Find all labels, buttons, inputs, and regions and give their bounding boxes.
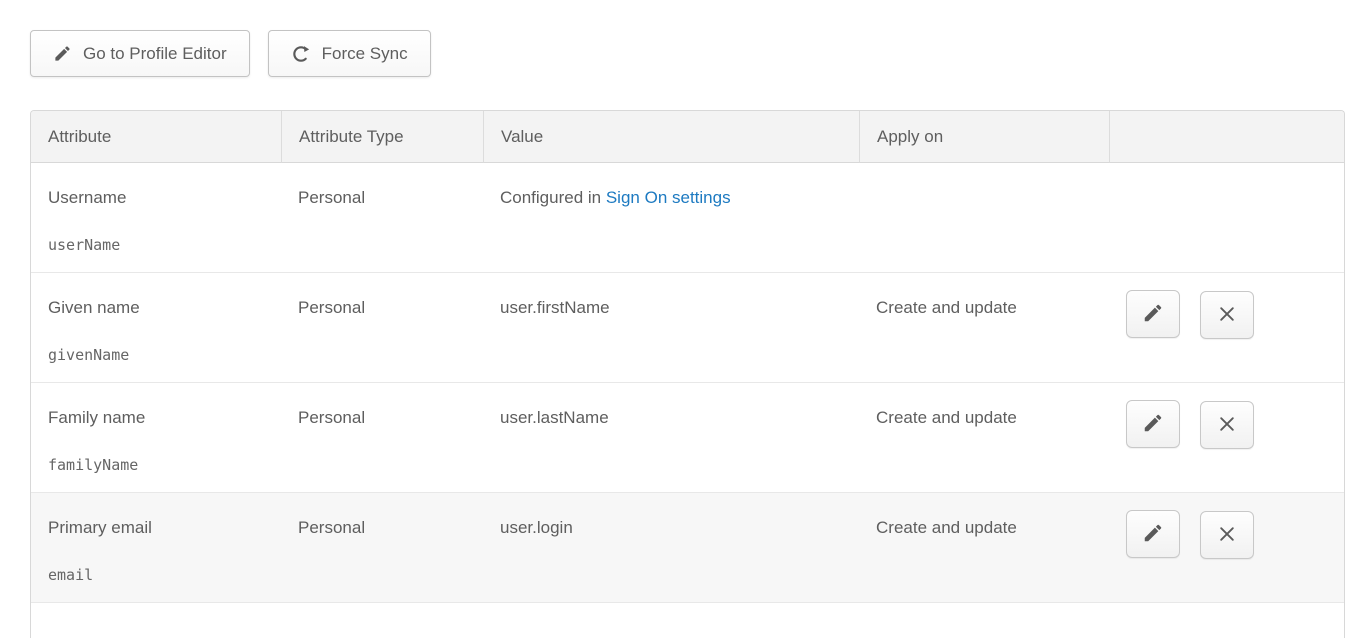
apply-on-value: Create and update [876,297,1099,319]
delete-attribute-button[interactable] [1200,291,1254,339]
pencil-icon [53,44,72,63]
attribute-value: user.lastName [500,407,849,429]
table-row-family-name: Family name familyName Personal user.las… [31,383,1344,493]
value-prefix-text: Configured in [500,188,606,207]
header-value: Value [483,111,859,163]
attribute-variable-name: familyName [48,455,271,475]
delete-attribute-button[interactable] [1200,401,1254,449]
apply-on-value: Create and update [876,407,1099,429]
attribute-label: Given name [48,297,271,319]
attribute-variable-name: userName [48,235,271,255]
attribute-type: Personal [298,517,473,539]
go-to-profile-editor-button[interactable]: Go to Profile Editor [30,30,250,77]
table-row-primary-email: Primary email email Personal user.login … [31,493,1344,603]
attribute-value: user.firstName [500,297,849,319]
table-row-username: Username userName Personal Configured in… [31,163,1344,273]
attribute-type: Personal [298,187,473,209]
attribute-variable-name: email [48,565,271,585]
attribute-type: Personal [298,407,473,429]
pencil-icon [1142,412,1164,437]
table-row-cutoff [31,603,1344,638]
edit-attribute-button[interactable] [1126,510,1180,558]
attribute-type: Personal [298,297,473,319]
close-icon [1217,304,1237,327]
table-row-given-name: Given name givenName Personal user.first… [31,273,1344,383]
apply-on-value: Create and update [876,517,1099,539]
header-actions [1109,111,1344,163]
attribute-label: Username [48,187,271,209]
force-sync-button[interactable]: Force Sync [268,30,431,77]
close-icon [1217,524,1237,547]
attribute-label: Family name [48,407,271,429]
edit-attribute-button[interactable] [1126,290,1180,338]
sign-on-settings-link[interactable]: Sign On settings [606,188,731,207]
force-sync-label: Force Sync [322,44,408,64]
header-attribute-type: Attribute Type [281,111,483,163]
close-icon [1217,414,1237,437]
delete-attribute-button[interactable] [1200,511,1254,559]
header-attribute: Attribute [31,111,281,163]
attribute-value: Configured in Sign On settings [500,187,849,209]
attribute-value: user.login [500,517,849,539]
pencil-icon [1142,522,1164,547]
refresh-icon [291,44,311,64]
pencil-icon [1142,302,1164,327]
go-to-profile-editor-label: Go to Profile Editor [83,44,227,64]
profile-mappings-page: Go to Profile Editor Force Sync Attribut… [0,0,1370,644]
attribute-variable-name: givenName [48,345,271,365]
toolbar: Go to Profile Editor Force Sync [30,30,431,77]
edit-attribute-button[interactable] [1126,400,1180,448]
header-apply-on: Apply on [859,111,1109,163]
attribute-label: Primary email [48,517,271,539]
table-header-row: Attribute Attribute Type Value Apply on [31,111,1344,163]
attribute-mappings-table: Attribute Attribute Type Value Apply on … [30,110,1345,638]
